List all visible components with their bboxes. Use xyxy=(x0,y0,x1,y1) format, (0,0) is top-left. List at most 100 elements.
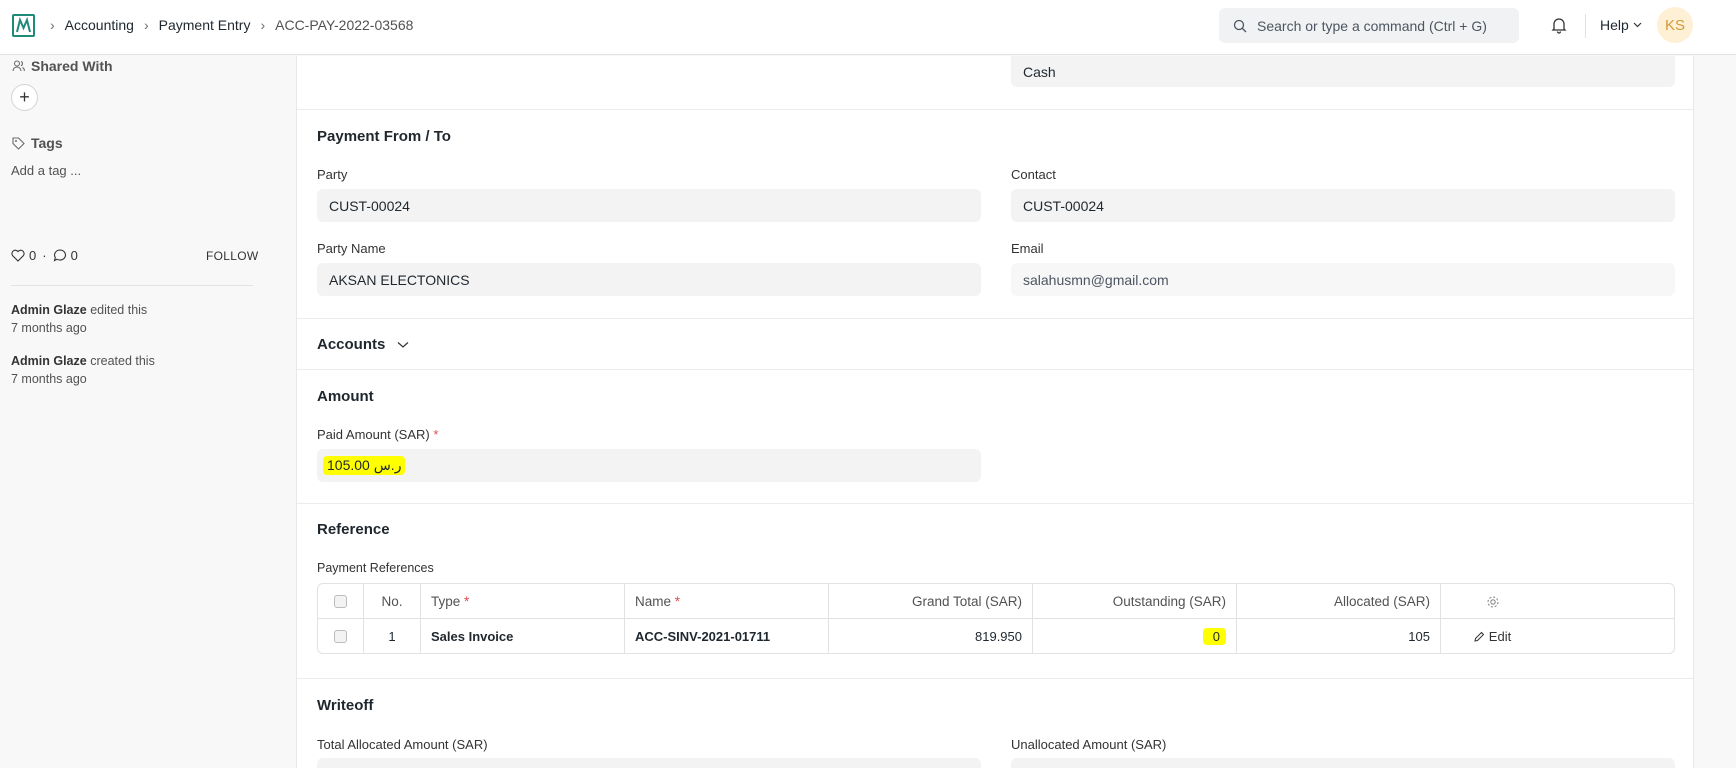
row-allocated[interactable]: 105 xyxy=(1237,619,1441,653)
column-header-grand-total: Grand Total (SAR) xyxy=(829,584,1033,619)
form-panel: Cash Payment From / To Party CUST-00024 … xyxy=(296,56,1694,768)
column-header-no: No. xyxy=(364,584,421,619)
add-tag-link[interactable]: Add a tag ... xyxy=(11,163,81,178)
column-settings-cell xyxy=(1441,584,1544,619)
activity-action: edited this xyxy=(90,303,148,317)
help-label: Help xyxy=(1600,17,1629,33)
chevron-right-icon: › xyxy=(260,17,266,33)
edit-action: Edit xyxy=(1474,629,1511,644)
avatar[interactable]: KS xyxy=(1657,7,1693,43)
users-icon xyxy=(12,60,25,72)
breadcrumb: › Accounting › Payment Entry › ACC-PAY-2… xyxy=(48,17,421,33)
row-outstanding[interactable]: 0 xyxy=(1033,619,1237,653)
section-divider xyxy=(297,678,1694,679)
breadcrumb-document[interactable]: ACC-PAY-2022-03568 xyxy=(275,17,413,33)
mode-of-payment-field[interactable]: Cash xyxy=(1011,56,1675,87)
section-divider xyxy=(297,503,1694,504)
table-row[interactable]: 1 Sales Invoice ACC-SINV-2021-01711 819.… xyxy=(318,619,1674,653)
column-header-outstanding: Outstanding (SAR) xyxy=(1033,584,1237,619)
activity-time: 7 months ago xyxy=(11,321,87,335)
paid-amount-label-text: Paid Amount (SAR) xyxy=(317,427,430,442)
party-name-field[interactable]: AKSAN ELECTONICS xyxy=(317,263,981,296)
payment-references-table: No. Type * Name * Grand Total (SAR) Outs… xyxy=(317,583,1675,654)
search-input[interactable]: Search or type a command (Ctrl + G) xyxy=(1257,18,1487,34)
activity-user[interactable]: Admin Glaze xyxy=(11,354,87,368)
outstanding-value: 0 xyxy=(1202,628,1226,645)
row-select-cell xyxy=(318,619,364,653)
column-header-allocated: Allocated (SAR) xyxy=(1237,584,1441,619)
activity-action: created this xyxy=(90,354,155,368)
chevron-down-icon xyxy=(1633,22,1642,28)
activity-time: 7 months ago xyxy=(11,372,87,386)
separator-dot: · xyxy=(42,248,47,263)
breadcrumb-payment-entry[interactable]: Payment Entry xyxy=(159,17,251,33)
help-dropdown[interactable]: Help xyxy=(1600,17,1642,33)
chevron-right-icon: › xyxy=(143,17,149,33)
email-field[interactable]: salahusmn@gmail.com xyxy=(1011,263,1675,296)
plus-icon: + xyxy=(19,87,30,107)
activity-item: Admin Glaze edited this 7 months ago xyxy=(11,301,147,337)
section-toggle-accounts[interactable]: Accounts xyxy=(317,336,409,353)
party-name-label: Party Name xyxy=(317,241,386,256)
total-allocated-label: Total Allocated Amount (SAR) xyxy=(317,737,488,752)
follow-button[interactable]: FOLLOW xyxy=(206,249,258,263)
paid-amount-value: 105.00 ر.س xyxy=(323,456,406,475)
section-title-payment-from-to: Payment From / To xyxy=(317,128,451,145)
paid-amount-label: Paid Amount (SAR) * xyxy=(317,427,438,442)
section-divider xyxy=(297,369,1694,370)
edit-label: Edit xyxy=(1488,629,1512,644)
row-checkbox[interactable] xyxy=(334,630,347,643)
likes-count: 0 xyxy=(29,248,37,263)
bell-icon[interactable] xyxy=(1550,16,1568,34)
divider xyxy=(11,285,253,286)
contact-field[interactable]: CUST-00024 xyxy=(1011,189,1675,222)
column-header-name: Name * xyxy=(625,584,829,619)
unallocated-label: Unallocated Amount (SAR) xyxy=(1011,737,1167,752)
party-field[interactable]: CUST-00024 xyxy=(317,189,981,222)
table-header-row: No. Type * Name * Grand Total (SAR) Outs… xyxy=(318,584,1674,619)
shared-with-header: Shared With xyxy=(12,58,113,74)
section-title-amount: Amount xyxy=(317,388,374,405)
section-title-reference: Reference xyxy=(317,521,390,538)
accounts-title: Accounts xyxy=(317,336,386,353)
contact-label: Contact xyxy=(1011,167,1056,182)
row-type[interactable]: Sales Invoice xyxy=(421,619,625,653)
activity-item: Admin Glaze created this 7 months ago xyxy=(11,352,155,388)
name-header-text: Name xyxy=(635,594,672,609)
row-name[interactable]: ACC-SINV-2021-01711 xyxy=(625,619,829,653)
comments-count: 0 xyxy=(70,248,78,263)
required-mark: * xyxy=(464,594,470,609)
search-bar[interactable]: Search or type a command (Ctrl + G) xyxy=(1219,8,1519,43)
activity-user[interactable]: Admin Glaze xyxy=(11,303,87,317)
tags-header: Tags xyxy=(12,135,63,151)
add-share-button[interactable]: + xyxy=(11,84,38,111)
type-header-text: Type xyxy=(431,594,461,609)
total-allocated-field[interactable] xyxy=(317,758,981,768)
tag-icon xyxy=(12,136,25,150)
section-title-writeoff: Writeoff xyxy=(317,697,374,714)
shared-with-label: Shared With xyxy=(31,58,113,74)
payment-references-label: Payment References xyxy=(317,561,434,575)
select-all-checkbox[interactable] xyxy=(334,595,347,608)
heart-icon[interactable] xyxy=(11,249,25,262)
row-grand-total[interactable]: 819.950 xyxy=(829,619,1033,653)
column-header-type: Type * xyxy=(421,584,625,619)
paid-amount-field[interactable]: 105.00 ر.س xyxy=(317,449,981,482)
section-divider xyxy=(297,109,1694,110)
section-divider xyxy=(297,318,1694,319)
party-label: Party xyxy=(317,167,348,182)
comment-icon[interactable] xyxy=(53,249,67,262)
likes-comments: 0 · 0 xyxy=(11,248,84,263)
gear-icon[interactable] xyxy=(1486,595,1500,609)
chevron-down-icon xyxy=(397,341,409,348)
breadcrumb-accounting[interactable]: Accounting xyxy=(65,17,134,33)
app-logo[interactable] xyxy=(12,14,35,37)
required-mark: * xyxy=(674,594,681,609)
divider xyxy=(1585,14,1586,38)
row-no: 1 xyxy=(364,619,421,653)
chevron-right-icon: › xyxy=(50,17,55,33)
unallocated-field[interactable] xyxy=(1011,758,1675,768)
select-all-cell xyxy=(318,584,364,619)
row-edit-button[interactable]: Edit xyxy=(1441,619,1544,653)
email-label: Email xyxy=(1011,241,1044,256)
